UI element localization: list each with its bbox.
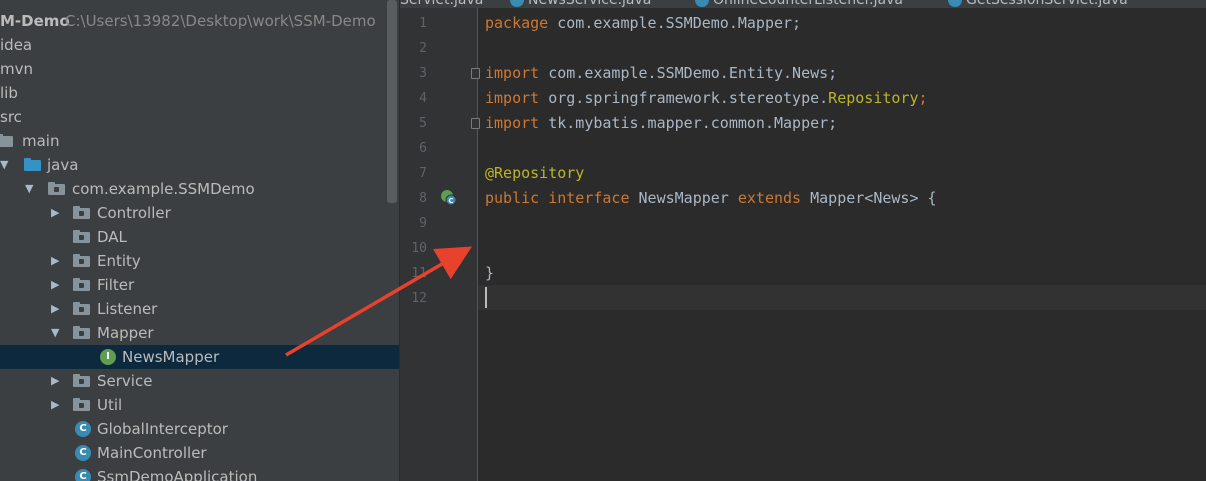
annotation-arrow <box>285 246 473 357</box>
